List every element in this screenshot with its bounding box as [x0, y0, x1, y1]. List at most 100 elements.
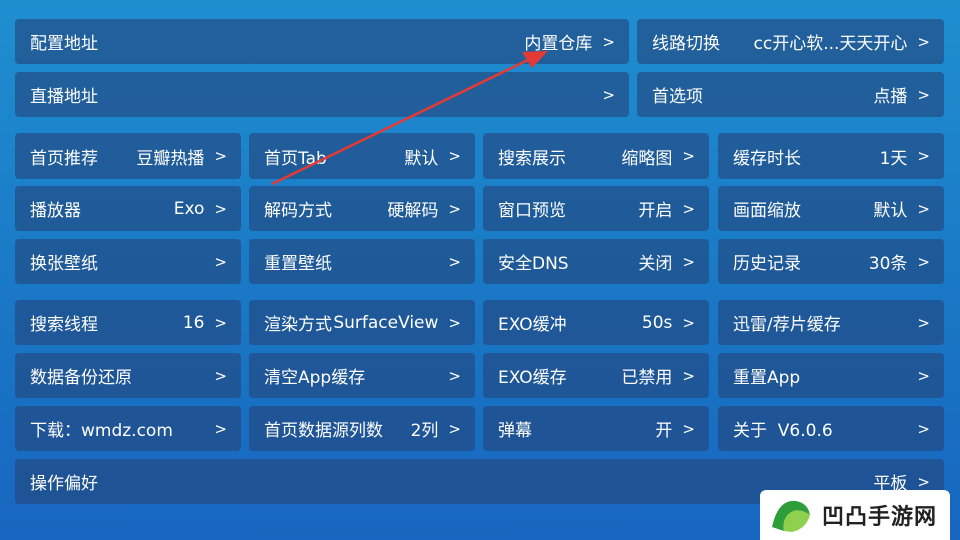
chevron-right-icon: > — [682, 199, 695, 218]
setting-label: 重置壁纸 — [264, 254, 332, 274]
setting-cache-duration[interactable]: 缓存时长 1天 > — [718, 133, 944, 179]
setting-label: 数据备份还原 — [30, 368, 132, 388]
setting-value: 50s — [641, 312, 673, 333]
setting-preferences[interactable]: 首选项 点播 > — [637, 72, 944, 117]
setting-label: 画面缩放 — [733, 201, 801, 221]
setting-data-backup[interactable]: 数据备份还原 > — [15, 353, 241, 398]
setting-label: 首页数据源列数 — [264, 421, 383, 441]
setting-decode-mode[interactable]: 解码方式 硬解码 > — [249, 186, 475, 231]
setting-label: 清空App缓存 — [264, 368, 366, 388]
setting-download[interactable]: 下载：wmdz.com > — [15, 406, 241, 451]
setting-label: 播放器 — [30, 201, 81, 221]
chevron-right-icon: > — [917, 32, 930, 51]
setting-value: 缩略图 — [621, 148, 673, 169]
watermark: 凹凸手游网 — [760, 490, 950, 540]
setting-value: 点播 — [873, 87, 908, 107]
setting-label: 搜索线程 — [30, 315, 98, 335]
setting-label: 窗口预览 — [498, 201, 566, 221]
setting-config-address[interactable]: 配置地址 内置仓库 > — [15, 19, 629, 64]
setting-thunder-cache[interactable]: 迅雷/荐片缓存 > — [718, 300, 944, 345]
setting-value: 2列 — [410, 421, 439, 441]
setting-label: 搜索展示 — [498, 148, 566, 169]
setting-value: 已禁用 — [621, 368, 673, 388]
chevron-right-icon: > — [214, 252, 227, 271]
chevron-right-icon: > — [917, 472, 930, 491]
setting-value: Exo — [173, 198, 205, 219]
chevron-right-icon: > — [448, 199, 461, 218]
setting-label: 下载：wmdz.com — [30, 421, 173, 441]
setting-value: 关闭 — [638, 254, 673, 274]
setting-history[interactable]: 历史记录 30条 > — [718, 239, 944, 284]
chevron-right-icon: > — [448, 313, 461, 332]
setting-value: 16 — [182, 312, 205, 333]
chevron-right-icon: > — [214, 419, 227, 438]
chevron-right-icon: > — [448, 252, 461, 271]
chevron-right-icon: > — [682, 147, 695, 165]
setting-value: 硬解码 — [387, 201, 439, 221]
setting-about[interactable]: 关于 V6.0.6 > — [718, 406, 944, 451]
setting-exo-buffer[interactable]: EXO缓冲 50s > — [483, 300, 709, 345]
chevron-right-icon: > — [602, 32, 615, 51]
setting-player[interactable]: 播放器 Exo > — [15, 186, 241, 231]
setting-value: SurfaceView — [333, 312, 439, 333]
setting-label: EXO缓冲 — [498, 315, 567, 335]
chevron-right-icon: > — [917, 252, 930, 271]
setting-label: 解码方式 — [264, 201, 332, 221]
chevron-right-icon: > — [917, 147, 930, 165]
setting-value: 30条 — [868, 254, 908, 274]
setting-home-tab[interactable]: 首页Tab 默认 > — [249, 133, 475, 179]
chevron-right-icon: > — [214, 313, 227, 332]
setting-label: 弹幕 — [498, 421, 532, 441]
setting-label: EXO缓存 — [498, 368, 567, 388]
setting-search-threads[interactable]: 搜索线程 16 > — [15, 300, 241, 345]
setting-value: 开启 — [638, 201, 673, 221]
setting-label: 配置地址 — [30, 34, 98, 54]
setting-label: 渲染方式 — [264, 315, 332, 335]
setting-label: 缓存时长 — [733, 148, 801, 169]
setting-live-address[interactable]: 直播地址 > — [15, 72, 629, 117]
setting-value: cc开心软...天天开心 — [753, 34, 908, 54]
watermark-text: 凹凸手游网 — [822, 505, 938, 530]
setting-danmaku[interactable]: 弹幕 开 > — [483, 406, 709, 451]
setting-route-switch[interactable]: 线路切换 cc开心软...天天开心 > — [637, 19, 944, 64]
chevron-right-icon: > — [448, 366, 461, 385]
setting-home-columns[interactable]: 首页数据源列数 2列 > — [249, 406, 475, 451]
chevron-right-icon: > — [682, 252, 695, 271]
setting-window-preview[interactable]: 窗口预览 开启 > — [483, 186, 709, 231]
setting-reset-app[interactable]: 重置App > — [718, 353, 944, 398]
chevron-right-icon: > — [917, 199, 930, 218]
chevron-right-icon: > — [602, 85, 615, 104]
chevron-right-icon: > — [917, 366, 930, 385]
setting-label: 历史记录 — [733, 254, 801, 274]
watermark-logo-icon — [772, 500, 810, 532]
setting-label: 首选项 — [652, 87, 703, 107]
setting-value: 内置仓库 — [524, 34, 593, 54]
setting-render-mode[interactable]: 渲染方式 SurfaceView > — [249, 300, 475, 345]
setting-search-display[interactable]: 搜索展示 缩略图 > — [483, 133, 709, 179]
setting-clear-app-cache[interactable]: 清空App缓存 > — [249, 353, 475, 398]
setting-change-wallpaper[interactable]: 换张壁纸 > — [15, 239, 241, 284]
setting-label: 首页推荐 — [30, 148, 98, 169]
setting-value: 开 — [655, 421, 673, 441]
setting-picture-scale[interactable]: 画面缩放 默认 > — [718, 186, 944, 231]
chevron-right-icon: > — [448, 147, 461, 165]
setting-value: 豆瓣热播 — [136, 148, 205, 169]
setting-label: 关于 V6.0.6 — [733, 421, 833, 441]
setting-secure-dns[interactable]: 安全DNS 关闭 > — [483, 239, 709, 284]
setting-label: 首页Tab — [264, 148, 327, 169]
chevron-right-icon: > — [917, 85, 930, 104]
chevron-right-icon: > — [682, 366, 695, 385]
setting-reset-wallpaper[interactable]: 重置壁纸 > — [249, 239, 475, 284]
chevron-right-icon: > — [917, 313, 930, 332]
setting-label: 安全DNS — [498, 254, 569, 274]
setting-label: 迅雷/荐片缓存 — [733, 315, 841, 335]
chevron-right-icon: > — [214, 147, 227, 165]
setting-exo-cache[interactable]: EXO缓存 已禁用 > — [483, 353, 709, 398]
setting-home-recommend[interactable]: 首页推荐 豆瓣热播 > — [15, 133, 241, 179]
setting-label: 重置App — [733, 368, 801, 388]
chevron-right-icon: > — [682, 313, 695, 332]
chevron-right-icon: > — [214, 366, 227, 385]
setting-label: 线路切换 — [652, 34, 720, 54]
setting-label: 换张壁纸 — [30, 254, 98, 274]
chevron-right-icon: > — [214, 199, 227, 218]
